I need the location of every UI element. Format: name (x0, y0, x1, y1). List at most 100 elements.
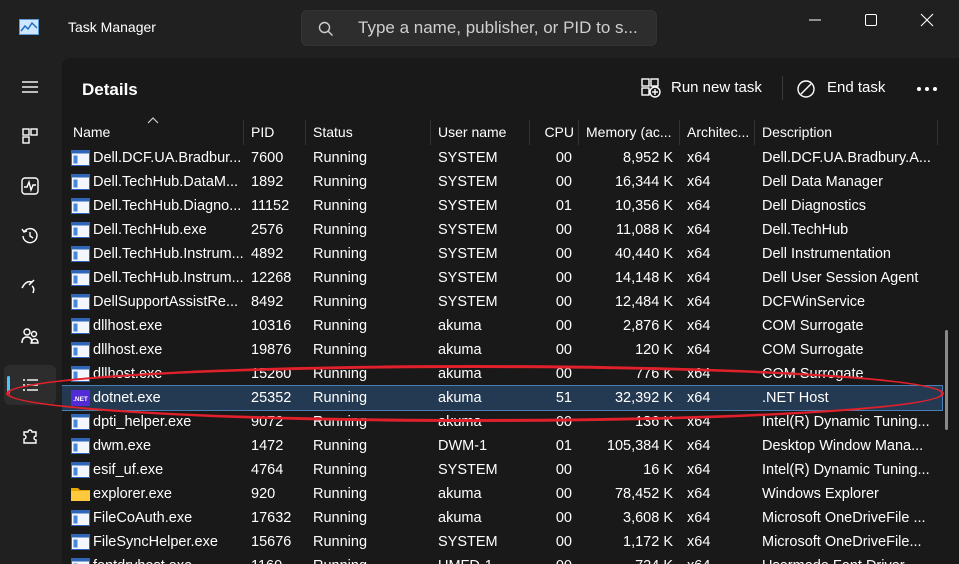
architecture-cell: x64 (687, 318, 711, 334)
architecture-cell: x64 (687, 342, 711, 358)
pid-cell: 8492 (251, 294, 284, 310)
description-cell: Microsoft OneDriveFile ... (762, 510, 926, 526)
name-cell: Dell.TechHub.exe (66, 218, 244, 242)
status-cell: Running (313, 198, 368, 214)
memory-cell: 724 K (579, 554, 680, 564)
minimize-button[interactable] (786, 0, 844, 40)
table-row[interactable]: dllhost.exe 15260 Running akuma 00 776 K x64 CO… (62, 362, 942, 386)
table-row[interactable]: dllhost.exe 19876 Running akuma 00 120 K x64 CO… (62, 338, 942, 362)
process-name: esif_uf.exe (93, 462, 164, 478)
search-box[interactable] (301, 10, 657, 46)
architecture-cell: x64 (680, 554, 755, 564)
process-name: dotnet.exe (93, 390, 161, 406)
table-row[interactable]: Dell.TechHub.exe 2576 Running SYSTEM 00 11,08… (62, 218, 942, 242)
name-cell: Dell.TechHub.Instrum... (66, 242, 244, 266)
table-row[interactable]: dwm.exe 1472 Running DWM-1 01 105,384 K x64 Des… (62, 434, 942, 458)
nav-details[interactable] (4, 365, 56, 405)
nav-performance[interactable] (4, 166, 56, 206)
status-cell: Running (313, 174, 368, 190)
nav-users[interactable] (4, 316, 56, 356)
cpu-cell: 00 (555, 342, 572, 358)
history-icon (21, 227, 38, 244)
process-name: Dell.TechHub.Instrum... (93, 270, 243, 286)
name-cell: dllhost.exe (66, 314, 244, 338)
column-header-description[interactable]: Description (755, 120, 938, 145)
table-row[interactable]: Dell.TechHub.Diagno... 11152 Running SYSTEM… (62, 194, 942, 218)
architecture-cell: x64 (687, 486, 711, 502)
hamburger-menu-button[interactable] (4, 67, 56, 107)
table-row[interactable]: Dell.TechHub.Instrum... 4892 Running SYSTEM… (62, 242, 942, 266)
table-row[interactable]: Dell.DCF.UA.Bradbur... 7600 Running SYSTEM 0… (62, 146, 942, 170)
table-row[interactable]: esif_uf.exe 4764 Running SYSTEM 00 16 K x64 Int… (62, 458, 942, 482)
cpu-cell: 00 (555, 486, 572, 502)
column-header-memory[interactable]: Memory (ac... (579, 120, 680, 145)
column-header-architecture[interactable]: Architec... (680, 120, 755, 145)
table-row[interactable]: DellSupportAssistRe... 8492 Running SYSTEM 0… (62, 290, 942, 314)
memory-cell: 3,608 K (623, 510, 673, 526)
cpu-cell: 00 (555, 174, 572, 190)
more-options-icon (917, 87, 937, 91)
pid-cell: 17632 (251, 510, 292, 526)
nav-services[interactable] (4, 416, 56, 456)
memory-cell: 10,356 K (614, 198, 673, 214)
application-window-icon (71, 438, 90, 454)
table-row[interactable]: explorer.exe 920 Running akuma 00 78,452 K x64… (62, 482, 942, 506)
name-cell: esif_uf.exe (66, 458, 244, 482)
table-row[interactable]: FileSyncHelper.exe 15676 Running SYSTEM 00 1,… (62, 530, 942, 554)
architecture-cell: x64 (687, 390, 711, 406)
hamburger-icon (22, 81, 38, 93)
column-header-user-name[interactable]: User name (431, 120, 530, 145)
name-cell: Dell.DCF.UA.Bradbur... (66, 146, 244, 170)
cpu-cell: 00 (555, 366, 572, 382)
table-row[interactable]: Dell.TechHub.DataM... 1892 Running SYSTEM 00… (62, 170, 942, 194)
memory-cell: 1,172 K (623, 534, 673, 550)
pid-cell: 15676 (251, 534, 292, 550)
table-row[interactable]: Dell.TechHub.Instrum... 12268 Running SYSTE… (62, 266, 942, 290)
memory-cell: 776 K (635, 366, 673, 382)
application-window-icon (71, 222, 90, 238)
application-window-icon (71, 534, 90, 550)
column-header-cpu[interactable]: CPU (530, 120, 579, 145)
nav-processes[interactable] (4, 116, 56, 156)
table-row[interactable]: dllhost.exe 10316 Running akuma 00 2,876 K x64… (62, 314, 942, 338)
table-row[interactable]: FileCoAuth.exe 17632 Running akuma 00 3,608 K… (62, 506, 942, 530)
cpu-cell: 00 (555, 222, 572, 238)
nav-app-history[interactable] (4, 216, 56, 256)
description-cell: Dell Data Manager (762, 174, 883, 190)
description-cell: DCFWinService (762, 294, 866, 310)
column-header-status[interactable]: Status (306, 120, 431, 145)
application-window-icon (71, 462, 90, 478)
run-new-task-button[interactable]: Run new task (636, 70, 768, 106)
search-input[interactable] (358, 18, 648, 38)
pid-cell: 4764 (251, 462, 284, 478)
column-header-pid[interactable]: PID (244, 120, 306, 145)
application-window-icon (71, 246, 90, 262)
table-header: Name PID Status User name CPU Memory (ac… (62, 120, 959, 145)
application-window-icon (71, 414, 90, 430)
memory-cell: 14,148 K (614, 270, 673, 286)
application-window-icon (71, 198, 90, 214)
table-row-selected[interactable]: .NET dotnet.exe 25352 Running akuma 51 32,392 … (62, 385, 943, 411)
vertical-scrollbar[interactable] (945, 330, 948, 430)
window-title: Task Manager (68, 19, 156, 35)
column-header-name[interactable]: Name (66, 120, 244, 145)
table-row[interactable]: fontdrvhost.exe1160RunningUMFD-100724 Kx… (62, 554, 942, 564)
cpu-cell: 51 (555, 390, 572, 406)
cpu-cell: 00 (555, 414, 572, 430)
pid-cell: 2576 (251, 222, 284, 238)
cpu-cell: 00 (555, 510, 572, 526)
close-button[interactable] (898, 0, 956, 40)
cpu-cell: 00 (555, 318, 572, 334)
process-name: DellSupportAssistRe... (93, 294, 239, 310)
process-name: dllhost.exe (93, 318, 163, 334)
status-cell: Running (313, 462, 368, 478)
nav-startup-apps[interactable] (4, 266, 56, 306)
architecture-cell: x64 (687, 294, 711, 310)
more-options-button[interactable] (908, 70, 948, 106)
process-name: FileCoAuth.exe (93, 510, 193, 526)
end-task-button[interactable]: End task (792, 70, 892, 106)
table-row[interactable]: dpti_helper.exe 9072 Running akuma 00 136 K x6… (62, 410, 942, 434)
maximize-button[interactable] (842, 0, 900, 40)
cpu-cell: 00 (555, 462, 572, 478)
name-cell: dwm.exe (66, 434, 244, 458)
